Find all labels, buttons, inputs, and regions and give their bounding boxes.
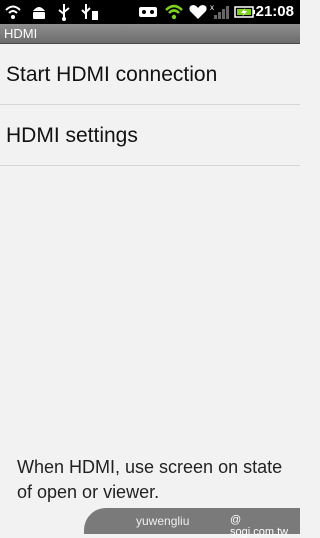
svg-text:x: x bbox=[210, 3, 214, 12]
watermark-site: @ sogi.com.tw bbox=[230, 514, 289, 538]
settings-list: Start HDMI connection HDMI settings bbox=[0, 44, 300, 166]
title-bar: HDMI bbox=[0, 24, 300, 44]
usb-storage-icon bbox=[81, 4, 98, 20]
voicemail-icon bbox=[139, 7, 157, 17]
no-signal-icon: x bbox=[210, 3, 229, 19]
start-hdmi-connection-item[interactable]: Start HDMI connection bbox=[0, 44, 300, 105]
watermark-user: yuwengliu bbox=[136, 514, 190, 528]
hdmi-settings-item[interactable]: HDMI settings bbox=[0, 105, 300, 166]
heart-app-icon bbox=[189, 5, 207, 19]
usb-icon bbox=[58, 4, 70, 21]
list-item-label: HDMI settings bbox=[6, 124, 138, 147]
list-item-label: Start HDMI connection bbox=[6, 63, 218, 86]
wifi-icon bbox=[5, 5, 21, 19]
wifi-signal-icon bbox=[165, 4, 183, 20]
footer-note: When HDMI, use screen on state of open o… bbox=[17, 457, 283, 502]
status-bar: x 21:08 bbox=[0, 0, 300, 24]
page-title: HDMI bbox=[4, 26, 38, 41]
battery-charging-icon bbox=[234, 6, 255, 18]
watermark: yuwengliu @ sogi.com.tw bbox=[84, 508, 300, 538]
status-time: 21:08 bbox=[255, 3, 294, 20]
android-debug-icon bbox=[33, 7, 45, 19]
